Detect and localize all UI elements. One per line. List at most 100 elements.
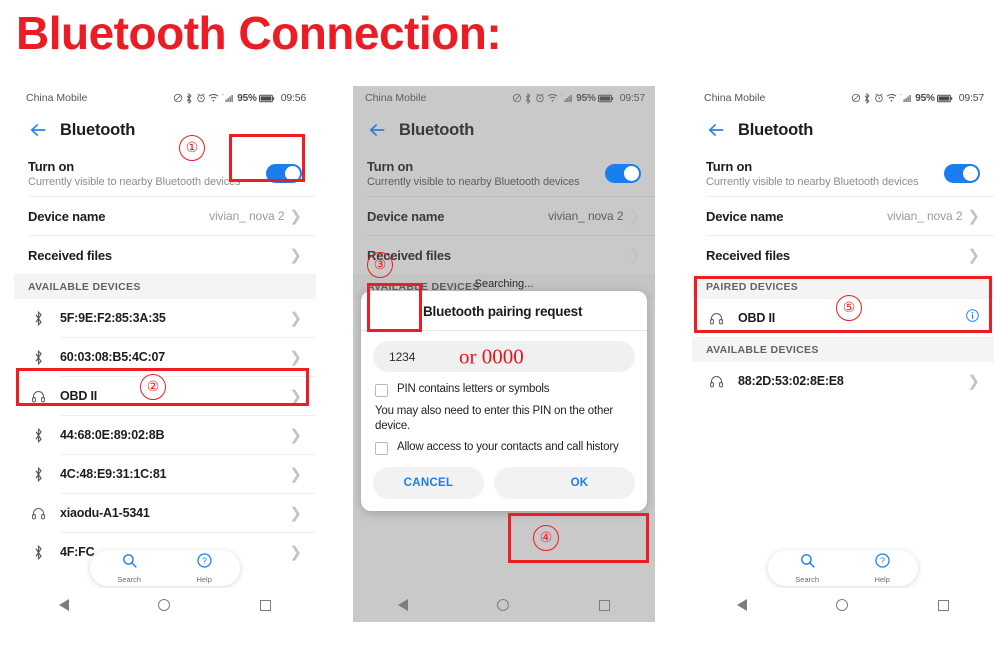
nav-back-icon[interactable]	[58, 599, 69, 611]
bluetooth-icon	[28, 310, 48, 326]
nav-recents-icon[interactable]	[260, 599, 272, 611]
contacts-checkbox-row[interactable]: Allow access to your contacts and call h…	[361, 434, 647, 455]
list-item[interactable]: 4C:48:E9:31:1C:81 ❯	[14, 455, 316, 493]
list-item[interactable]: 44:68:0E:89:02:8B ❯	[14, 416, 316, 454]
bluetooth-icon	[28, 466, 48, 482]
bluetooth-toggle[interactable]	[605, 163, 641, 183]
page-title: Bluetooth Connection:	[16, 7, 502, 59]
nav-home-icon[interactable]	[836, 599, 849, 611]
back-arrow-icon[interactable]	[28, 120, 48, 140]
bluetooth-icon	[28, 544, 48, 560]
nav-recents-icon[interactable]	[599, 599, 611, 611]
received-files-row[interactable]: Received files ❯	[692, 236, 994, 274]
device-label: 4C:48:E9:31:1C:81	[60, 467, 167, 481]
svg-text:?: ?	[880, 556, 885, 566]
device-name-row[interactable]: Device name vivian_ nova 2 ❯	[692, 197, 994, 235]
annotation-number-1: ①	[179, 135, 205, 161]
device-name-label: Device name	[706, 208, 784, 224]
chevron-right-icon: ❯	[289, 465, 302, 483]
floating-action-pill: Search ? Help	[90, 550, 240, 586]
turn-on-row[interactable]: Turn on Currently visible to nearby Blue…	[14, 150, 316, 196]
toggle-knob	[285, 165, 300, 181]
back-arrow-icon[interactable]	[706, 120, 726, 140]
headphone-icon	[706, 374, 726, 389]
turn-on-row[interactable]: Turn on Currently visible to nearby Blue…	[353, 150, 655, 196]
turn-on-label: Turn on	[706, 158, 753, 174]
status-icons: ” 95% 09:57	[512, 92, 645, 104]
device-name-row[interactable]: Device name vivian_ nova 2 ❯	[353, 197, 655, 235]
bluetooth-toggle[interactable]	[944, 163, 980, 183]
turn-on-sublabel: Currently visible to nearby Bluetooth de…	[367, 175, 580, 188]
list-item[interactable]: 60:03:08:B5:4C:07 ❯	[14, 338, 316, 376]
carrier-label: China Mobile	[704, 92, 766, 104]
settings-card: Turn on Currently visible to nearby Blue…	[353, 150, 655, 274]
help-button[interactable]: ? Help	[874, 552, 891, 584]
nav-back-icon[interactable]	[397, 599, 408, 611]
dialog-actions: CANCEL OK	[361, 455, 647, 503]
pin-alternative-annotation: or 0000	[459, 344, 524, 368]
help-button[interactable]: ? Help	[196, 552, 213, 584]
received-files-row[interactable]: Received files ❯	[14, 236, 316, 274]
checkbox-pin-symbols[interactable]	[375, 384, 388, 397]
phone-screen-3: China Mobile ” 95% 09:57 Bluetooth Turn …	[692, 86, 994, 622]
chevron-right-icon: ❯	[289, 426, 302, 444]
checkbox-pin-symbols-label: PIN contains letters or symbols	[397, 383, 550, 395]
dialog-note: You may also need to enter this PIN on t…	[375, 405, 614, 432]
battery-percent: 95%	[237, 92, 257, 104]
wifi-icon	[547, 93, 558, 103]
back-arrow-icon[interactable]	[367, 120, 387, 140]
signal-icon: ”	[900, 93, 913, 103]
page-header-title: Bluetooth	[399, 120, 475, 139]
search-button[interactable]: Search	[795, 552, 819, 584]
nav-back-icon[interactable]	[736, 599, 747, 611]
alarm-icon	[535, 93, 545, 103]
signal-icon: ”	[222, 93, 235, 103]
list-item[interactable]: 88:2D:53:02:8E:E8 ❯	[692, 362, 994, 400]
ok-button[interactable]: OK	[494, 466, 635, 499]
cancel-button[interactable]: CANCEL	[373, 466, 484, 499]
bluetooth-icon	[863, 92, 871, 104]
device-name-row[interactable]: Device name vivian_ nova 2 ❯	[14, 197, 316, 235]
checkbox-contacts-access[interactable]	[375, 441, 388, 455]
nav-home-icon[interactable]	[158, 599, 171, 611]
chevron-right-icon: ❯	[289, 348, 302, 366]
bluetooth-icon	[28, 427, 48, 443]
bluetooth-pairing-dialog: Bluetooth pairing request 1234 or 0000 P…	[361, 291, 647, 511]
page-header-title: Bluetooth	[738, 120, 814, 139]
list-item[interactable]: 5F:9E:F2:85:3A:35 ❯	[14, 299, 316, 337]
search-label: Search	[117, 575, 142, 584]
screen-body-3: Turn on Currently visible to nearby Blue…	[692, 150, 994, 622]
search-icon	[121, 552, 138, 574]
mute-icon	[851, 93, 861, 103]
device-list-1: 5F:9E:F2:85:3A:35 ❯ 60:03:08:B5:4C:07 ❯ …	[14, 299, 316, 571]
alarm-icon	[196, 93, 206, 103]
chevron-right-icon: ❯	[628, 246, 641, 264]
info-icon[interactable]	[965, 308, 980, 328]
headphone-icon	[28, 389, 48, 404]
search-button[interactable]: Search	[117, 552, 141, 584]
pin-symbols-checkbox-row[interactable]: PIN contains letters or symbols	[361, 376, 647, 397]
annotation-number-4: ④	[533, 525, 559, 551]
turn-on-sublabel: Currently visible to nearby Bluetooth de…	[706, 175, 919, 188]
wifi-icon	[208, 93, 219, 103]
status-icons: ” 95% 09:56	[173, 92, 306, 104]
help-label: Help	[874, 575, 890, 584]
searching-status: Searching...	[474, 278, 534, 290]
bluetooth-toggle[interactable]	[266, 163, 302, 183]
list-item[interactable]: xiaodu-A1-5341 ❯	[14, 494, 316, 532]
received-files-label: Received files	[706, 247, 790, 263]
battery-icon	[598, 94, 614, 103]
device-name-value: vivian_ nova 2	[887, 209, 963, 223]
chevron-right-icon: ❯	[289, 543, 302, 561]
phone-screen-2: China Mobile ” 95% 09:57 Bluetooth Turn …	[353, 86, 655, 622]
mute-icon	[512, 93, 522, 103]
section-available-devices: AVAILABLE DEVICES	[692, 337, 994, 362]
turn-on-row[interactable]: Turn on Currently visible to nearby Blue…	[692, 150, 994, 196]
received-files-row[interactable]: Received files ❯	[353, 236, 655, 274]
nav-home-icon[interactable]	[497, 599, 510, 611]
bluetooth-icon	[185, 92, 193, 104]
chevron-right-icon: ❯	[967, 372, 980, 390]
nav-recents-icon[interactable]	[938, 599, 950, 611]
status-bar: China Mobile ” 95% 09:57	[692, 86, 994, 110]
navigation-bar	[353, 588, 655, 622]
